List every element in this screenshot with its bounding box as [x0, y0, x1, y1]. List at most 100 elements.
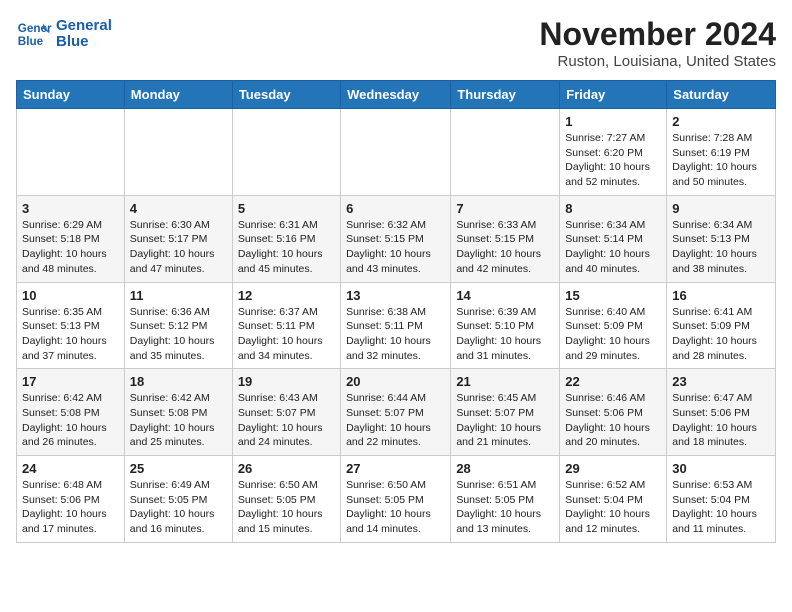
day-cell [232, 109, 340, 196]
week-row-5: 24Sunrise: 6:48 AMSunset: 5:06 PMDayligh… [17, 456, 776, 543]
day-info: Sunset: 5:08 PM [22, 406, 119, 421]
day-info: Sunset: 5:15 PM [346, 232, 445, 247]
week-row-4: 17Sunrise: 6:42 AMSunset: 5:08 PMDayligh… [17, 369, 776, 456]
day-cell: 13Sunrise: 6:38 AMSunset: 5:11 PMDayligh… [341, 282, 451, 369]
day-info: Sunrise: 6:50 AM [238, 478, 335, 493]
day-info: Daylight: 10 hours and 29 minutes. [565, 334, 661, 363]
day-cell [124, 109, 232, 196]
day-cell: 15 Sunrise: 6:40 AMSunset: 5:09 PMDayligh… [560, 282, 667, 369]
day-cell [451, 109, 560, 196]
day-info: Daylight: 10 hours and 43 minutes. [346, 247, 445, 276]
day-info: Sunset: 5:05 PM [456, 493, 554, 508]
day-info: Daylight: 10 hours and 37 minutes. [22, 334, 119, 363]
day-info: Sunrise: 6:30 AM [130, 218, 227, 233]
weekday-header-monday: Monday [124, 81, 232, 109]
day-number: 15 [565, 288, 661, 303]
day-info: Sunset: 5:05 PM [130, 493, 227, 508]
day-info: Sunrise: 6:48 AM [22, 478, 119, 493]
day-info: Daylight: 10 hours and 14 minutes. [346, 507, 445, 536]
day-info: Sunset: 5:11 PM [238, 319, 335, 334]
day-cell: 30Sunrise: 6:53 AMSunset: 5:04 PMDayligh… [667, 456, 776, 543]
title-block: November 2024 Ruston, Louisiana, United … [539, 16, 776, 70]
day-info: Daylight: 10 hours and 16 minutes. [130, 507, 227, 536]
day-info: Daylight: 10 hours and 24 minutes. [238, 421, 335, 450]
day-number: 26 [238, 461, 335, 476]
weekday-header-sunday: Sunday [17, 81, 125, 109]
day-info: Sunrise: 6:34 AM [672, 218, 770, 233]
logo: General Blue General Blue [16, 16, 112, 52]
day-number: 18 [130, 374, 227, 389]
day-cell: 26Sunrise: 6:50 AMSunset: 5:05 PMDayligh… [232, 456, 340, 543]
day-cell [17, 109, 125, 196]
day-number: 22 [565, 374, 661, 389]
day-info: Sunrise: 6:32 AM [346, 218, 445, 233]
day-number: 5 [238, 201, 335, 216]
day-number: 16 [672, 288, 770, 303]
day-number: 13 [346, 288, 445, 303]
day-cell: 2Sunrise: 7:28 AMSunset: 6:19 PMDaylight… [667, 109, 776, 196]
day-info: Sunrise: 6:40 AM [565, 305, 661, 320]
day-number: 12 [238, 288, 335, 303]
day-info: Sunset: 5:07 PM [346, 406, 445, 421]
day-info: Sunrise: 7:28 AM [672, 131, 770, 146]
day-cell: 3 Sunrise: 6:29 AMSunset: 5:18 PMDaylight… [17, 195, 125, 282]
day-info: Sunrise: 6:41 AM [672, 305, 770, 320]
day-info: Sunrise: 6:29 AM [22, 218, 119, 233]
week-row-2: 3Sunrise: 6:29 AMSunset: 5:18 PMDaylight… [17, 195, 776, 282]
day-info: Daylight: 10 hours and 42 minutes. [456, 247, 554, 276]
svg-text:General: General [18, 22, 52, 35]
day-info: Daylight: 10 hours and 40 minutes. [565, 247, 661, 276]
day-info: Sunrise: 6:36 AM [130, 305, 227, 320]
day-info: Daylight: 10 hours and 21 minutes. [456, 421, 554, 450]
day-info: Sunset: 6:19 PM [672, 146, 770, 161]
day-info: Sunrise: 6:33 AM [456, 218, 554, 233]
weekday-header-wednesday: Wednesday [341, 81, 451, 109]
day-number: 17 [22, 374, 119, 389]
day-info: Sunrise: 6:39 AM [456, 305, 554, 320]
day-cell: 1Sunrise: 7:27 AMSunset: 6:20 PMDaylight… [560, 109, 667, 196]
day-info: Sunrise: 6:51 AM [456, 478, 554, 493]
day-info: Sunrise: 6:45 AM [456, 391, 554, 406]
day-info: Daylight: 10 hours and 38 minutes. [672, 247, 770, 276]
day-number: 8 [565, 201, 661, 216]
day-cell: 17Sunrise: 6:42 AMSunset: 5:08 PMDayligh… [17, 369, 125, 456]
day-info: Sunrise: 6:49 AM [130, 478, 227, 493]
day-info: Sunrise: 6:52 AM [565, 478, 661, 493]
day-info: Daylight: 10 hours and 50 minutes. [672, 160, 770, 189]
day-info: Sunset: 5:09 PM [565, 319, 661, 334]
day-number: 10 [22, 288, 119, 303]
day-cell: 8Sunrise: 6:34 AMSunset: 5:14 PMDaylight… [560, 195, 667, 282]
day-info: Sunset: 5:18 PM [22, 232, 119, 247]
day-info: Daylight: 10 hours and 48 minutes. [22, 247, 119, 276]
day-number: 4 [130, 201, 227, 216]
day-info: Sunrise: 6:37 AM [238, 305, 335, 320]
day-info: Daylight: 10 hours and 13 minutes. [456, 507, 554, 536]
day-info: Daylight: 10 hours and 35 minutes. [130, 334, 227, 363]
weekday-header-friday: Friday [560, 81, 667, 109]
day-info: Daylight: 10 hours and 15 minutes. [238, 507, 335, 536]
day-number: 23 [672, 374, 770, 389]
day-number: 30 [672, 461, 770, 476]
day-info: Daylight: 10 hours and 52 minutes. [565, 160, 661, 189]
day-info: Sunset: 6:20 PM [565, 146, 661, 161]
day-cell: 25Sunrise: 6:49 AMSunset: 5:05 PMDayligh… [124, 456, 232, 543]
day-number: 14 [456, 288, 554, 303]
day-cell: 11Sunrise: 6:36 AMSunset: 5:12 PMDayligh… [124, 282, 232, 369]
week-row-3: 10Sunrise: 6:35 AMSunset: 5:13 PMDayligh… [17, 282, 776, 369]
day-cell: 7Sunrise: 6:33 AMSunset: 5:15 PMDaylight… [451, 195, 560, 282]
day-number: 3 [22, 201, 119, 216]
month-title: November 2024 [539, 16, 776, 53]
day-info: Sunset: 5:05 PM [346, 493, 445, 508]
day-info: Daylight: 10 hours and 18 minutes. [672, 421, 770, 450]
day-cell: 28Sunrise: 6:51 AMSunset: 5:05 PMDayligh… [451, 456, 560, 543]
day-number: 21 [456, 374, 554, 389]
day-info: Sunset: 5:17 PM [130, 232, 227, 247]
day-info: Daylight: 10 hours and 26 minutes. [22, 421, 119, 450]
day-cell: 29Sunrise: 6:52 AMSunset: 5:04 PMDayligh… [560, 456, 667, 543]
day-info: Daylight: 10 hours and 34 minutes. [238, 334, 335, 363]
svg-text:Blue: Blue [18, 35, 44, 48]
day-info: Sunrise: 6:38 AM [346, 305, 445, 320]
week-row-1: 1Sunrise: 7:27 AMSunset: 6:20 PMDaylight… [17, 109, 776, 196]
logo-icon: General Blue [16, 16, 52, 52]
location-title: Ruston, Louisiana, United States [539, 53, 776, 70]
